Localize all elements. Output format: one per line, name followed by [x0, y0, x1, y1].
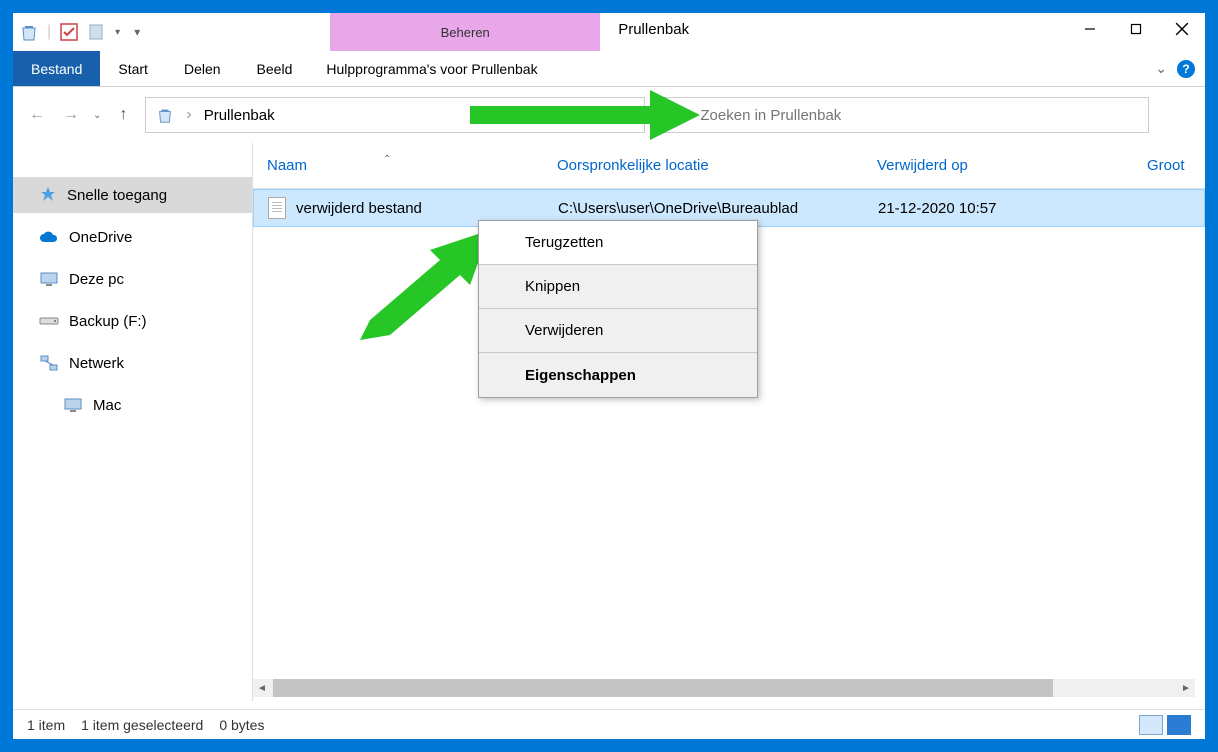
qat-overflow[interactable]: ▾	[134, 25, 140, 39]
status-selected-size: 0 bytes	[219, 717, 264, 733]
icons-view-button[interactable]	[1167, 715, 1191, 735]
file-icon	[268, 197, 286, 219]
pc-icon	[63, 397, 83, 413]
folder-icon[interactable]	[87, 22, 107, 42]
scroll-thumb[interactable]	[273, 679, 1053, 697]
column-name[interactable]: Naam ⌃	[253, 157, 543, 174]
tab-view[interactable]: Beeld	[239, 51, 311, 86]
window-title: Prullenbak	[600, 13, 707, 51]
titlebar-center: Beheren Prullenbak	[330, 13, 707, 51]
history-dropdown-icon[interactable]: ⌄	[93, 110, 101, 121]
tab-recycle-tools[interactable]: Hulpprogramma's voor Prullenbak	[310, 51, 553, 86]
minimize-button[interactable]	[1067, 13, 1113, 45]
column-location[interactable]: Oorspronkelijke locatie	[543, 157, 863, 174]
context-menu: Terugzetten Knippen Verwijderen Eigensch…	[478, 220, 758, 398]
context-menu-restore[interactable]: Terugzetten	[479, 221, 757, 265]
file-name: verwijderd bestand	[296, 200, 422, 217]
sort-ascending-icon: ⌃	[383, 154, 391, 165]
file-deleted-date: 21-12-2020 10:57	[864, 200, 1134, 217]
network-icon	[39, 355, 59, 371]
contextual-tab-header: Beheren	[330, 13, 600, 51]
ribbon-expand-icon[interactable]: ⌄	[1155, 60, 1167, 77]
sidebar-item-backup[interactable]: Backup (F:)	[13, 303, 252, 339]
sidebar-item-network[interactable]: Netwerk	[13, 345, 252, 381]
context-menu-cut[interactable]: Knippen	[479, 265, 757, 309]
up-button[interactable]: ↑	[111, 103, 135, 127]
forward-button[interactable]: →	[59, 103, 83, 127]
star-icon	[39, 186, 57, 204]
maximize-button[interactable]	[1113, 13, 1159, 45]
column-size[interactable]: Groot	[1133, 157, 1205, 174]
column-deleted-date[interactable]: Verwijderd op	[863, 157, 1133, 174]
sidebar-item-quick-access[interactable]: Snelle toegang	[13, 177, 252, 213]
qat-separator: |	[47, 23, 51, 41]
drive-icon	[39, 315, 59, 327]
context-menu-delete[interactable]: Verwijderen	[479, 309, 757, 353]
ribbon-collapse: ⌄ ?	[1155, 51, 1205, 86]
column-name-label: Naam	[267, 157, 307, 174]
status-selected-count: 1 item geselecteerd	[81, 717, 203, 733]
status-bar: 1 item 1 item geselecteerd 0 bytes	[13, 709, 1205, 739]
annotation-arrow-search	[470, 90, 700, 140]
tab-share[interactable]: Delen	[166, 51, 239, 86]
sidebar-item-label: Deze pc	[69, 271, 124, 288]
window-controls	[1067, 13, 1205, 51]
breadcrumb-current[interactable]: Prullenbak	[204, 107, 275, 124]
back-button[interactable]: ←	[25, 103, 49, 127]
close-button[interactable]	[1159, 13, 1205, 45]
quick-access-toolbar: | ▾ ▾	[13, 13, 140, 51]
ribbon-tabs: Bestand Start Delen Beeld Hulpprogramma'…	[13, 51, 1205, 87]
sidebar-item-label: Netwerk	[69, 355, 124, 372]
scroll-left-button[interactable]: ◄	[253, 679, 271, 697]
sidebar-item-label: Backup (F:)	[69, 313, 147, 330]
column-headers: Naam ⌃ Oorspronkelijke locatie Verwijder…	[253, 143, 1205, 189]
recycle-bin-icon	[19, 22, 39, 42]
recycle-bin-icon	[156, 106, 174, 124]
search-input[interactable]	[700, 107, 1134, 124]
tab-file[interactable]: Bestand	[13, 51, 100, 86]
qat-dropdown-icon[interactable]: ▾	[115, 27, 120, 38]
pc-icon	[39, 271, 59, 287]
annotation-arrow-context	[360, 230, 490, 340]
breadcrumb-separator-icon: ›	[182, 106, 195, 124]
details-view-button[interactable]	[1139, 715, 1163, 735]
view-mode-toggle	[1139, 715, 1191, 735]
tab-start[interactable]: Start	[100, 51, 166, 86]
sidebar-item-mac[interactable]: Mac	[13, 387, 252, 423]
sidebar-item-label: Mac	[93, 397, 121, 414]
sidebar-item-onedrive[interactable]: OneDrive	[13, 219, 252, 255]
sidebar-item-label: Snelle toegang	[67, 187, 167, 204]
file-location: C:\Users\user\OneDrive\Bureaublad	[544, 200, 864, 217]
search-box[interactable]	[655, 97, 1149, 133]
sidebar-item-this-pc[interactable]: Deze pc	[13, 261, 252, 297]
titlebar: | ▾ ▾ Beheren Prullenbak	[13, 13, 1205, 51]
file-name-cell: verwijderd bestand	[254, 197, 544, 219]
checkbox-icon[interactable]	[59, 22, 79, 42]
context-menu-properties[interactable]: Eigenschappen	[479, 353, 757, 397]
navigation-pane: Snelle toegang OneDrive Deze pc Backup (…	[13, 143, 253, 701]
cloud-icon	[39, 230, 59, 244]
sidebar-item-label: OneDrive	[69, 229, 132, 246]
status-item-count: 1 item	[27, 717, 65, 733]
scroll-right-button[interactable]: ►	[1177, 679, 1195, 697]
horizontal-scrollbar[interactable]: ◄ ►	[253, 679, 1195, 697]
help-button[interactable]: ?	[1177, 60, 1195, 78]
